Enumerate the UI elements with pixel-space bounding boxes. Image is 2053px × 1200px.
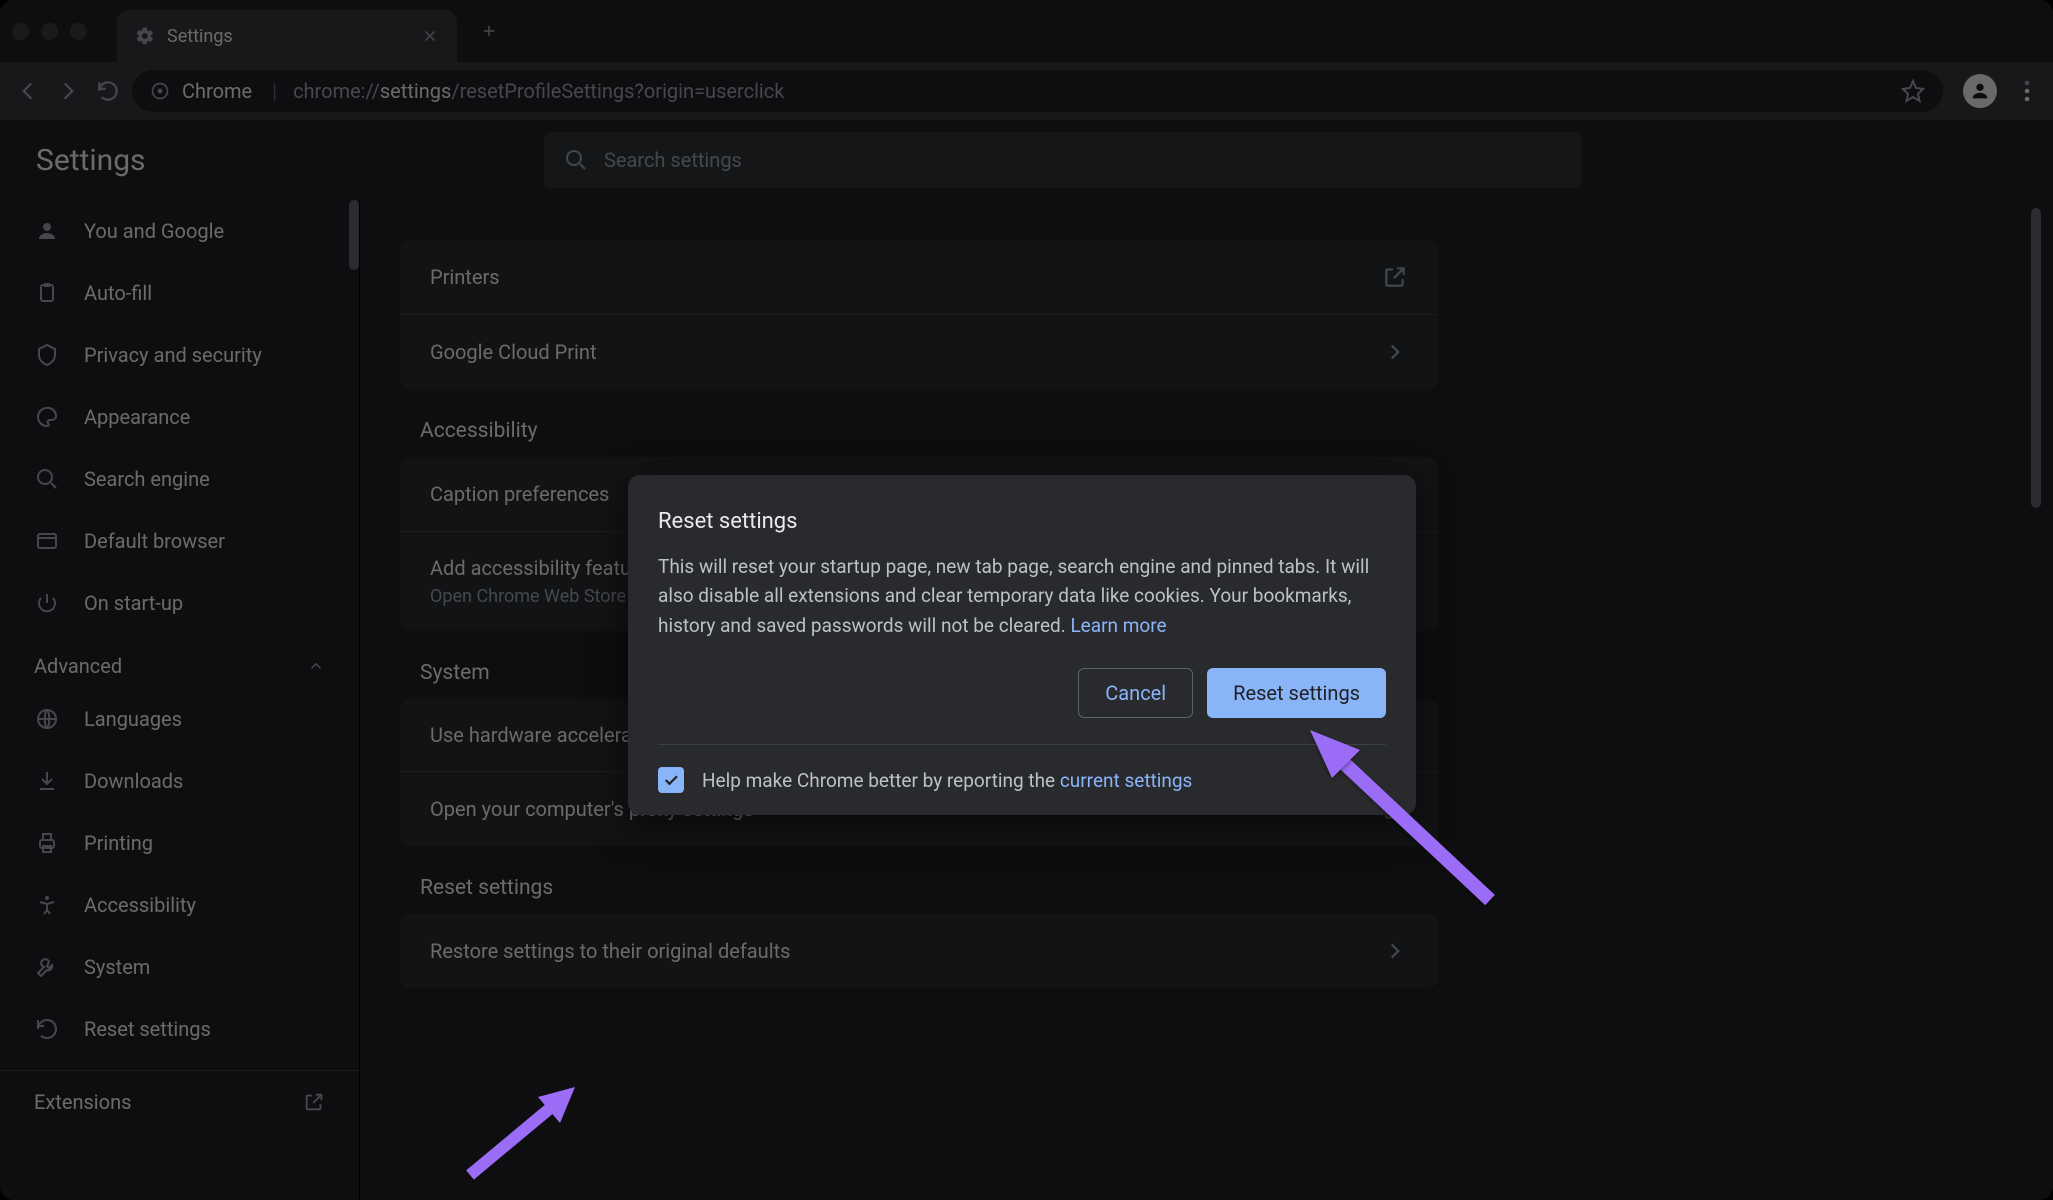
learn-more-link[interactable]: Learn more — [1070, 614, 1166, 637]
current-settings-link[interactable]: current settings — [1060, 769, 1193, 792]
reset-settings-dialog: Reset settings This will reset your star… — [628, 475, 1416, 815]
dialog-footer: Help make Chrome better by reporting the… — [658, 744, 1386, 815]
reset-settings-button[interactable]: Reset settings — [1207, 668, 1386, 718]
browser-window: Settings Chrome | chrome://settings/rese… — [0, 0, 2053, 1200]
dialog-buttons: Cancel Reset settings — [658, 668, 1386, 718]
dialog-body: This will reset your startup page, new t… — [658, 552, 1386, 640]
report-checkbox[interactable] — [658, 767, 684, 793]
cancel-button[interactable]: Cancel — [1078, 668, 1193, 718]
help-text: Help make Chrome better by reporting the… — [702, 769, 1192, 792]
dialog-title: Reset settings — [658, 509, 1386, 534]
